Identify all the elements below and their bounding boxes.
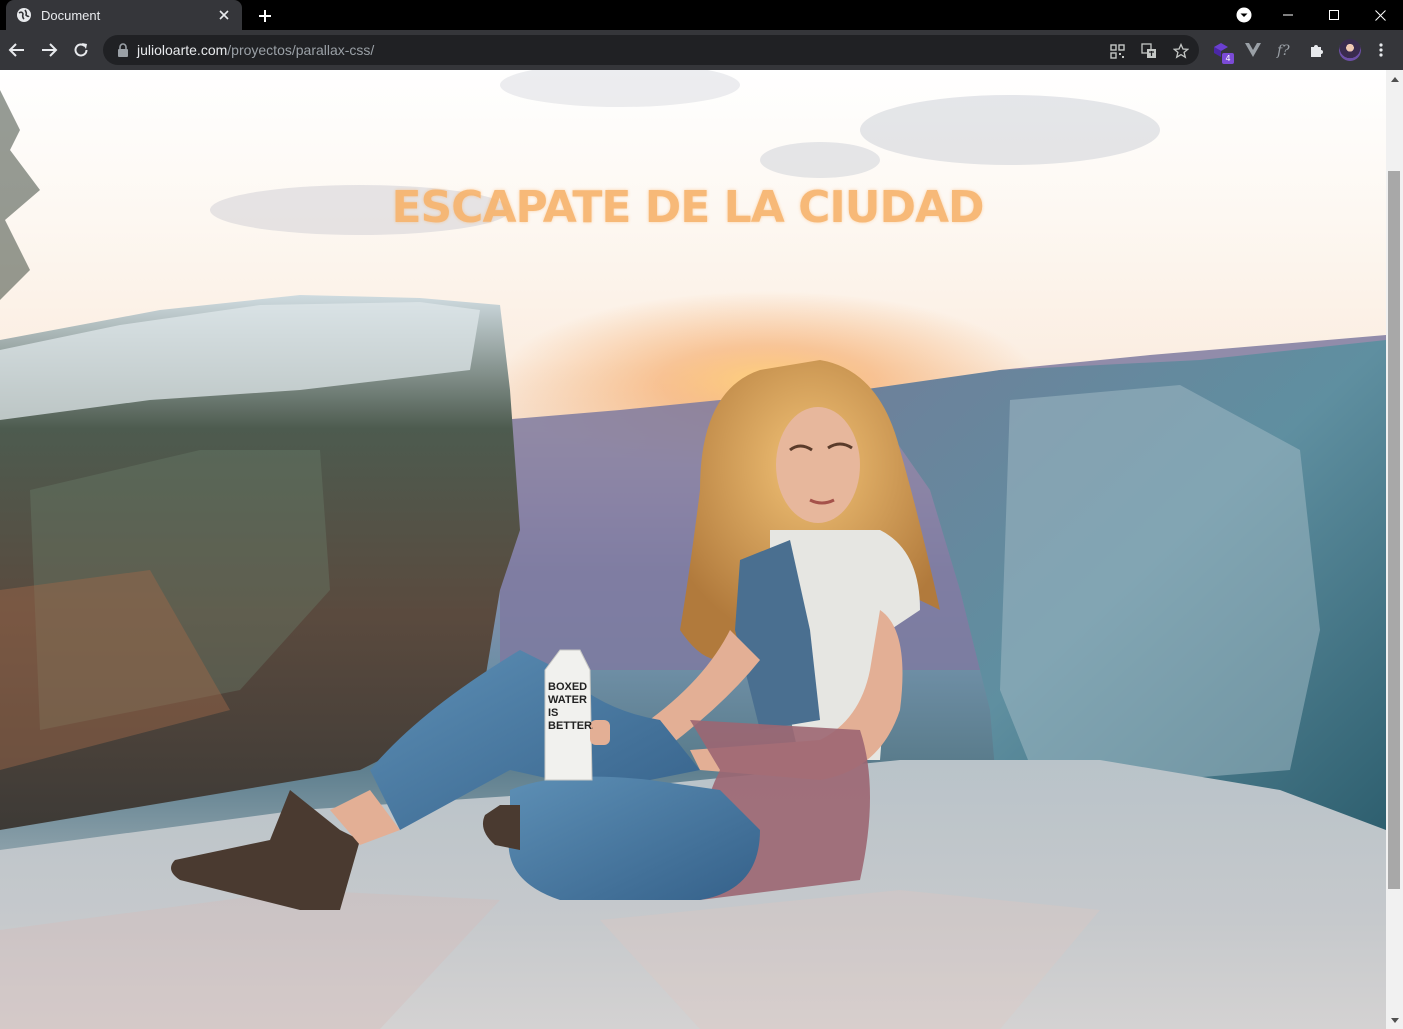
carton-label: BOXED WATER IS BETTER. xyxy=(548,681,593,732)
maximize-button[interactable] xyxy=(1311,0,1357,30)
close-tab-icon[interactable] xyxy=(216,7,232,23)
new-tab-button[interactable] xyxy=(254,5,276,27)
scroll-thumb[interactable] xyxy=(1388,171,1400,889)
carton-text-line: BETTER. xyxy=(548,720,593,732)
title-bar: Document xyxy=(0,0,1403,30)
page-scrollbar[interactable] xyxy=(1386,70,1403,1029)
tab-search-icon[interactable] xyxy=(1234,5,1254,25)
lock-icon[interactable] xyxy=(115,42,131,58)
page-viewport: BOXED WATER IS BETTER. ESCAPATE DE LA CI… xyxy=(0,70,1386,1029)
hero-title: ESCAPATE DE LA CIUDAD xyxy=(391,182,984,233)
url-host: julioloarte.com xyxy=(137,42,228,58)
qr-code-icon[interactable] xyxy=(1108,42,1126,60)
carton-text-line: WATER xyxy=(548,694,587,706)
address-bar[interactable]: julioloarte.com/proyectos/parallax-css/ xyxy=(103,35,1199,65)
extensions-puzzle-icon[interactable] xyxy=(1307,40,1327,60)
function-extension-icon[interactable]: f? xyxy=(1275,40,1295,60)
close-window-button[interactable] xyxy=(1357,0,1403,30)
translate-icon[interactable] xyxy=(1140,42,1158,60)
reload-button[interactable] xyxy=(69,38,93,62)
vue-devtools-icon[interactable] xyxy=(1243,40,1263,60)
profile-avatar[interactable] xyxy=(1339,39,1361,61)
tab-title: Document xyxy=(41,7,101,23)
extension-badge: 4 xyxy=(1222,53,1234,64)
svg-text:f?: f? xyxy=(1276,43,1290,59)
scroll-up-arrow-icon[interactable] xyxy=(1386,70,1403,87)
bookmark-star-icon[interactable] xyxy=(1172,42,1190,60)
carton-text-line: BOXED xyxy=(548,681,587,693)
back-button[interactable] xyxy=(5,38,29,62)
minimize-button[interactable] xyxy=(1265,0,1311,30)
url-text: julioloarte.com/proyectos/parallax-css/ xyxy=(137,42,374,58)
more-menu-icon[interactable] xyxy=(1371,40,1391,60)
forward-button[interactable] xyxy=(37,38,61,62)
tab-document[interactable]: Document xyxy=(6,0,242,30)
scroll-down-arrow-icon[interactable] xyxy=(1386,1012,1403,1029)
carton-text-line: IS xyxy=(548,707,558,719)
url-path: /proyectos/parallax-css/ xyxy=(227,42,375,58)
globe-icon xyxy=(16,7,32,23)
